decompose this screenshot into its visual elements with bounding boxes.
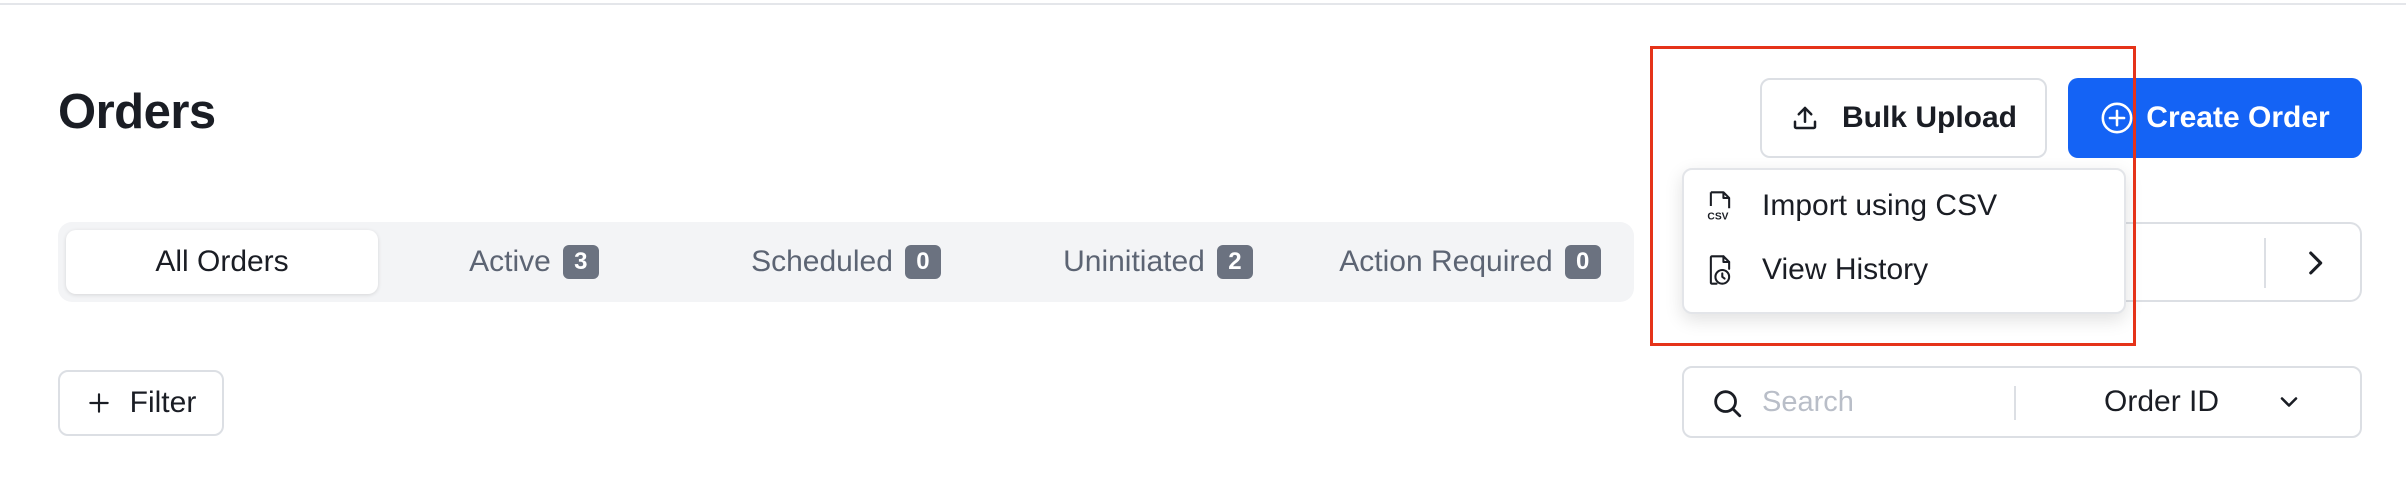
menu-item-label: Import using CSV [1762, 189, 1998, 222]
divider [2264, 238, 2266, 288]
count-badge: 2 [1216, 245, 1253, 279]
chevron-right-icon[interactable] [2298, 246, 2332, 280]
top-divider [0, 0, 2406, 5]
chevron-down-icon [2275, 388, 2303, 416]
create-order-button[interactable]: Create Order [2068, 78, 2362, 158]
bulk-upload-button[interactable]: Bulk Upload [1760, 78, 2047, 158]
search-icon [1714, 390, 1742, 418]
tab-label: Active [469, 245, 551, 278]
count-badge: 3 [562, 245, 599, 279]
search-input[interactable] [1762, 376, 1992, 428]
count-badge: 0 [904, 245, 941, 279]
tab-all-orders[interactable]: All Orders [66, 230, 378, 294]
upload-icon [1793, 106, 1817, 130]
tab-label: Uninitiated [1063, 245, 1205, 278]
svg-text:CSV: CSV [1707, 212, 1728, 222]
search-field-value: Order ID [2104, 385, 2220, 418]
plus-icon [88, 393, 109, 413]
tab-active[interactable]: Active 3 [378, 230, 690, 294]
tab-scheduled[interactable]: Scheduled 0 [690, 230, 1002, 294]
plus-circle-icon [2101, 102, 2133, 134]
search-bar: Order ID [1682, 366, 2362, 438]
order-status-tabs: All Orders Active 3 Scheduled 0 Uninitia… [58, 222, 1634, 302]
tab-scroll-control [2100, 222, 2362, 302]
file-history-icon [1704, 252, 1736, 288]
filter-button[interactable]: Filter [58, 370, 224, 436]
create-order-label: Create Order [2146, 101, 2330, 134]
csv-file-icon: CSV [1704, 188, 1736, 224]
bulk-upload-label: Bulk Upload [1841, 101, 2017, 134]
menu-item-view-history[interactable]: View History [1704, 248, 1928, 292]
menu-item-label: View History [1762, 253, 1929, 286]
tab-label: All Orders [155, 245, 289, 278]
filter-label: Filter [129, 386, 197, 419]
divider [2014, 386, 2016, 420]
tab-action-required[interactable]: Action Required 0 [1314, 230, 1626, 294]
page-title: Orders [58, 85, 216, 139]
tab-uninitiated[interactable]: Uninitiated 2 [1002, 230, 1314, 294]
search-field-select[interactable]: Order ID [2104, 376, 2344, 428]
tab-label: Scheduled [751, 245, 893, 278]
count-badge: 0 [1564, 245, 1601, 279]
tab-label: Action Required [1339, 245, 1553, 278]
menu-item-import-csv[interactable]: CSV Import using CSV [1704, 184, 1997, 228]
